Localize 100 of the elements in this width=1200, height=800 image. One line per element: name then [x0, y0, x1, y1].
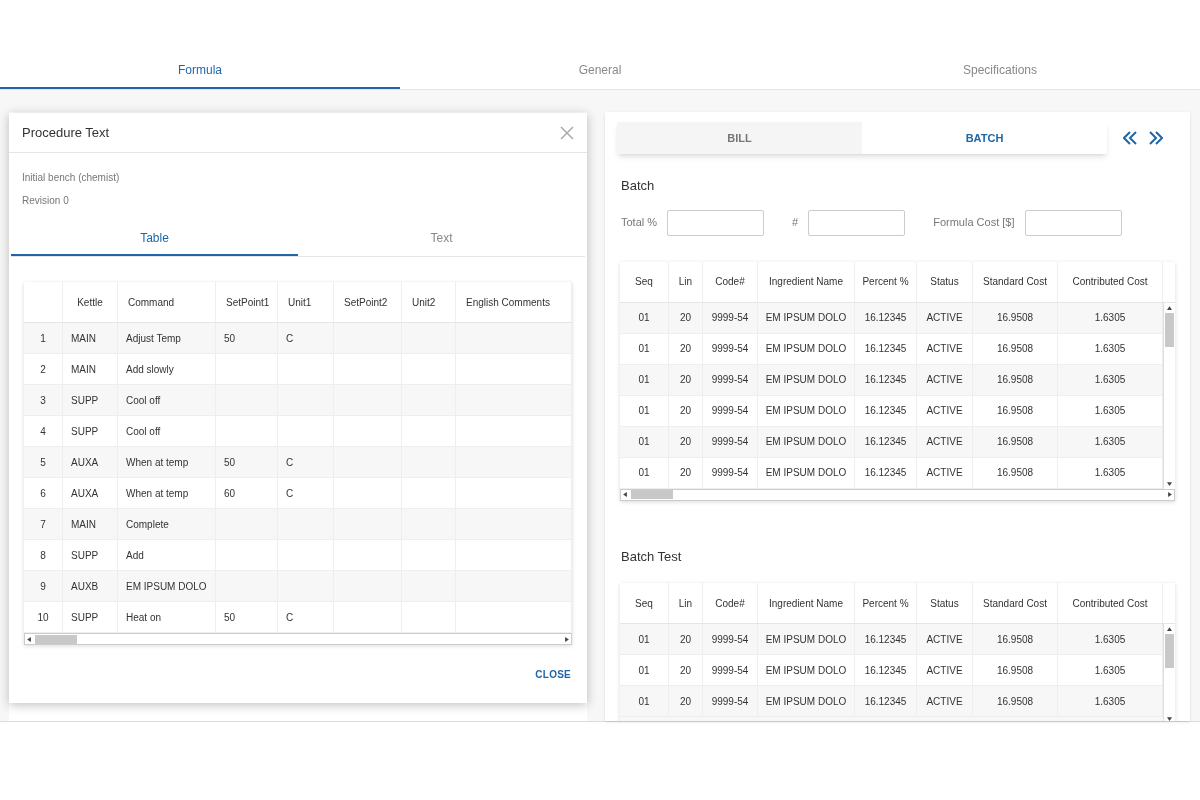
table-cell: 16.9508: [973, 686, 1058, 716]
left-arrow-icon[interactable]: [623, 492, 627, 497]
table-cell: 01: [620, 364, 669, 395]
left-arrow-icon[interactable]: [27, 636, 31, 642]
table-cell: 01: [620, 686, 669, 716]
column-header: Command: [118, 282, 216, 322]
table-cell: When at temp: [118, 478, 216, 508]
tab[interactable]: Table: [11, 222, 298, 256]
tab[interactable]: Text: [298, 222, 585, 256]
table-cell: 9999-54: [703, 686, 758, 716]
table-cell: 20: [669, 333, 703, 364]
table-cell: SUPP: [63, 602, 118, 632]
table-cell: 7: [24, 509, 63, 539]
section-title: Batch Test: [621, 547, 682, 566]
scroll-thumb[interactable]: [1165, 312, 1174, 347]
table-cell: 50: [216, 323, 278, 353]
table-cell: 1: [24, 323, 63, 353]
table-cell: 6: [24, 478, 63, 508]
table-cell: 16.12345: [855, 364, 917, 395]
table-cell: ACTIVE: [917, 364, 973, 395]
table-cell: ACTIVE: [917, 333, 973, 364]
table-cell: 10: [24, 602, 63, 632]
column-header: Percent %: [855, 261, 917, 302]
table-cell: 9999-54: [703, 426, 758, 457]
table-cell: C: [278, 602, 334, 632]
table-cell: 50: [216, 602, 278, 632]
table-cell: 16.12345: [855, 457, 917, 488]
close-icon[interactable]: [560, 125, 574, 140]
table-cell: ACTIVE: [917, 457, 973, 488]
segment-tab[interactable]: BATCH: [862, 122, 1107, 154]
input-field[interactable]: [808, 209, 906, 236]
info-text: Revision 0: [22, 194, 69, 208]
scroll-thumb[interactable]: [35, 634, 77, 644]
close-button[interactable]: CLOSE: [535, 667, 571, 682]
table-cell: EM IPSUM DOLO: [758, 302, 855, 333]
column-header: English Comments: [456, 282, 572, 322]
table-cell: 01: [620, 333, 669, 364]
table-cell: When at temp: [118, 447, 216, 477]
tab[interactable]: Specifications: [800, 52, 1200, 89]
column-header: Code#: [703, 583, 758, 623]
table-cell: 16.9508: [973, 624, 1058, 654]
right-arrow-icon[interactable]: [1168, 492, 1172, 497]
tab[interactable]: General: [400, 52, 800, 89]
up-arrow-icon[interactable]: [1167, 305, 1172, 310]
scroll-thumb[interactable]: [631, 490, 673, 499]
column-header: SetPoint1: [216, 282, 278, 322]
table-cell: 60: [216, 478, 278, 508]
scroll-thumb[interactable]: [1165, 634, 1174, 668]
down-arrow-icon[interactable]: [1167, 717, 1172, 721]
table-cell: 20: [669, 302, 703, 333]
column-header: Standard Cost: [973, 261, 1058, 302]
right-arrow-icon[interactable]: [565, 636, 569, 642]
segment-tab[interactable]: BILL: [617, 122, 862, 154]
table-cell: 20: [669, 457, 703, 488]
section-title: Batch: [621, 177, 655, 195]
input-field[interactable]: [1024, 209, 1122, 236]
table-cell: 16.9508: [973, 426, 1058, 457]
table-cell: 9999-54: [703, 364, 758, 395]
column-header: Status: [917, 583, 973, 623]
table-cell: 01: [620, 426, 669, 457]
table-cell: 2: [24, 354, 63, 384]
table-cell: 16.12345: [855, 686, 917, 716]
dialog-title: Procedure Text: [22, 123, 110, 142]
column-header: Contributed Cost: [1058, 583, 1163, 623]
table-cell: 01: [620, 624, 669, 654]
column-header: Lin: [669, 261, 703, 302]
column-header: Kettle: [63, 282, 118, 322]
table-cell: Complete: [118, 509, 216, 539]
table-cell: 16.12345: [855, 655, 917, 685]
vertical-scrollbar[interactable]: [1163, 302, 1175, 489]
horizontal-scrollbar[interactable]: [24, 633, 572, 645]
table-cell: 9: [24, 571, 63, 601]
table-cell: 16.12345: [855, 302, 917, 333]
column-header: Code#: [703, 261, 758, 302]
table-cell: ACTIVE: [917, 655, 973, 685]
down-arrow-icon[interactable]: [1167, 481, 1172, 486]
table-cell: 4: [24, 416, 63, 446]
table-cell: 20: [669, 686, 703, 716]
table-cell: ACTIVE: [917, 624, 973, 654]
table-cell: 3: [24, 385, 63, 415]
table-cell: 01: [620, 302, 669, 333]
table-cell: 20: [669, 655, 703, 685]
table-cell: C: [278, 447, 334, 477]
column-header: Status: [917, 261, 973, 302]
table-cell: 9999-54: [703, 333, 758, 364]
field-label: #: [792, 215, 799, 231]
column-header: Percent %: [855, 583, 917, 623]
table-cell: 8: [24, 540, 63, 570]
table-cell: EM IPSUM DOLO: [758, 686, 855, 716]
vertical-scrollbar[interactable]: [1163, 624, 1175, 721]
up-arrow-icon[interactable]: [1167, 627, 1172, 631]
input-field[interactable]: [667, 209, 765, 236]
double-right-chevron-icon[interactable]: [1149, 131, 1163, 145]
table-cell: EM IPSUM DOLO: [758, 624, 855, 654]
table-cell: SUPP: [63, 385, 118, 415]
column-header: Ingredient Name: [758, 261, 855, 302]
table-cell: EM IPSUM DOLO: [758, 364, 855, 395]
double-left-chevron-icon[interactable]: [1123, 131, 1137, 145]
table-cell: 9999-54: [703, 395, 758, 426]
table-cell: 20: [669, 624, 703, 654]
